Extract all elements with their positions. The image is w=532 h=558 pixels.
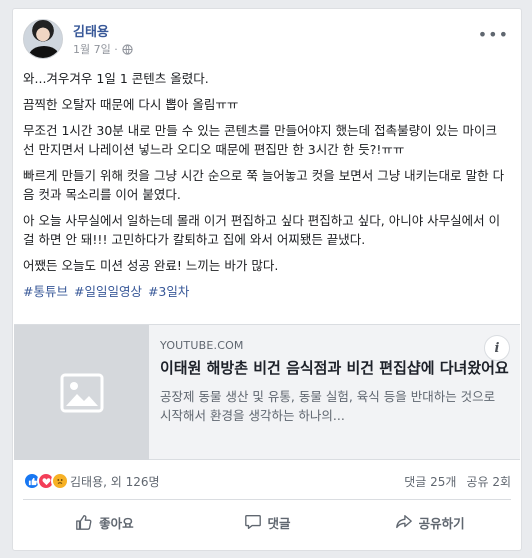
hashtag-link[interactable]: #통튜브 <box>23 284 68 299</box>
hashtag-link[interactable]: #3일차 <box>148 284 189 299</box>
post-meta: 1월 7일 · <box>73 41 133 57</box>
hashtag-link[interactable]: #일일일영상 <box>74 284 142 299</box>
like-button[interactable]: 좋아요 <box>23 504 186 540</box>
post-paragraph: 와...겨우겨우 1일 1 콘텐츠 올렸다. <box>23 71 209 86</box>
post-actions: 좋아요 댓글 공유하기 <box>23 504 511 540</box>
reactors-text[interactable]: 김태용, 외 126명 <box>70 473 160 490</box>
post-paragraph: 어쨌든 오늘도 미션 성공 완료! 느끼는 바가 많다. <box>23 258 279 273</box>
link-domain: YOUTUBE.COM <box>160 339 244 352</box>
comment-label: 댓글 <box>267 515 291 531</box>
image-placeholder-icon <box>60 373 103 412</box>
post-paragraph: 아 오늘 사무실에서 일하는데 몰래 이거 편집하고 싶다 편집하고 싶다, 아… <box>23 213 501 247</box>
link-preview[interactable]: YOUTUBE.COM 이태원 해방촌 비건 음식점과 비건 편집샵에 다녀왔어… <box>14 324 520 460</box>
hashtags: #통튜브 #일일일영상 #3일차 <box>23 282 511 301</box>
more-horizontal-icon[interactable]: ••• <box>478 25 509 44</box>
info-icon[interactable]: i <box>484 335 510 361</box>
post-header: 김태용 1월 7일 · ••• <box>23 19 511 61</box>
sad-reaction-icon <box>51 472 69 490</box>
avatar[interactable] <box>23 19 63 59</box>
link-text: YOUTUBE.COM 이태원 해방촌 비건 음식점과 비건 편집샵에 다녀왔어… <box>160 339 510 425</box>
post-paragraph: 끔찍한 오탈자 때문에 다시 뽑아 올림ㅠㅠ <box>23 97 239 112</box>
post-stats: 김태용, 외 126명 댓글 25개 공유 2회 <box>23 469 511 493</box>
post-paragraph: 무조건 1시간 30분 내로 만들 수 있는 콘텐츠를 만들어야지 했는데 접촉… <box>23 123 498 157</box>
author-name[interactable]: 김태용 <box>73 21 109 40</box>
divider <box>23 499 511 500</box>
stats-right: 댓글 25개 공유 2회 <box>404 473 511 490</box>
post-date[interactable]: 1월 7일 · <box>73 41 118 57</box>
comment-icon <box>244 515 261 529</box>
link-thumbnail[interactable] <box>14 325 149 460</box>
post-card: 김태용 1월 7일 · ••• 와...겨우겨우 1일 1 콘텐츠 올렸다. 끔… <box>12 8 522 551</box>
thumbs-up-icon <box>76 515 92 530</box>
comment-button[interactable]: 댓글 <box>186 504 349 540</box>
reaction-icons[interactable] <box>23 472 69 490</box>
post-paragraph: 빠르게 만들기 위해 컷을 그냥 시간 순으로 쭉 늘어놓고 컷을 보면서 그냥… <box>23 168 505 202</box>
globe-icon <box>122 43 133 55</box>
share-button[interactable]: 공유하기 <box>348 504 511 540</box>
link-description: 공장제 동물 생산 및 유통, 동물 실험, 육식 등을 반대하는 것으로 시작… <box>160 389 496 423</box>
comments-count[interactable]: 댓글 25개 <box>404 473 456 490</box>
link-title[interactable]: 이태원 해방촌 비건 음식점과 비건 편집샵에 다녀왔어요 <box>160 358 510 379</box>
share-label: 공유하기 <box>418 515 465 531</box>
share-icon <box>395 515 412 529</box>
shares-count[interactable]: 공유 2회 <box>466 473 511 490</box>
post-body: 와...겨우겨우 1일 1 콘텐츠 올렸다. 끔찍한 오탈자 때문에 다시 뽑아… <box>23 69 511 308</box>
like-label: 좋아요 <box>99 515 134 531</box>
